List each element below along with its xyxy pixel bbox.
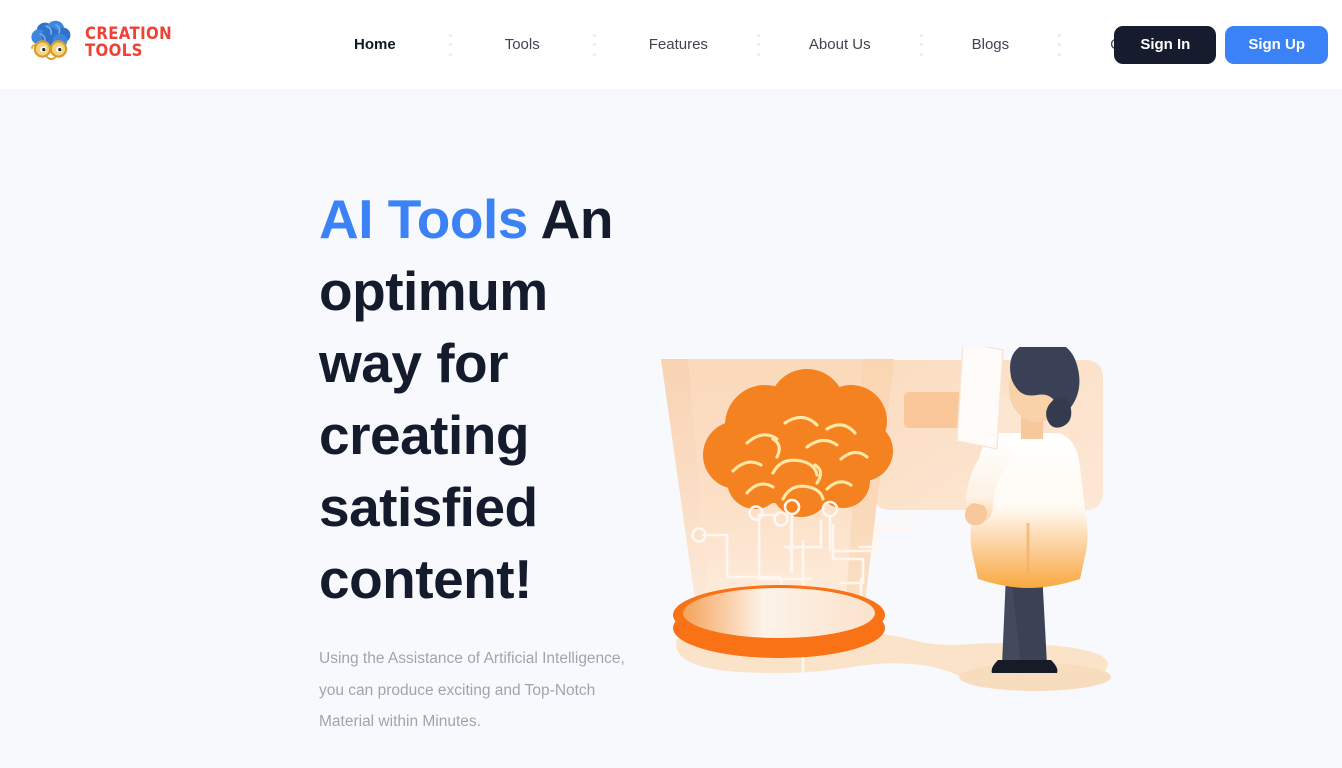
hero-title-rest: An optimum way for creating satisfied co… [319,188,613,610]
sign-up-button-header[interactable]: Sign Up [1225,26,1328,64]
hero-copy: AI Tools An optimum way for creating sat… [319,183,659,768]
header-actions: Sign In Sign Up [1114,26,1328,64]
hero-section: AI Tools An optimum way for creating sat… [0,89,1342,768]
nav-item-features[interactable]: Features [647,30,710,59]
vertical-dots-separator-icon [919,33,923,56]
nav-item-home[interactable]: Home [352,30,398,59]
vertical-dots-separator-icon [592,33,596,56]
vertical-dots-separator-icon [448,33,452,56]
vertical-dots-separator-icon [1058,33,1062,56]
brand-wordmark: CREATION TOOLS [85,24,184,61]
nav-item-blogs[interactable]: Blogs [970,30,1012,59]
nav-item-about-us[interactable]: About Us [807,30,873,59]
hero-subtitle: Using the Assistance of Artificial Intel… [319,650,625,730]
site-header: CREATION TOOLS Home Tools Features About… [0,0,1342,89]
main-navigation: Home Tools Features About Us Blogs Conta… [352,0,1164,89]
brand-logo[interactable]: CREATION TOOLS [28,19,184,65]
nav-item-tools[interactable]: Tools [503,30,542,59]
hologram-platform [673,585,885,658]
brain-with-glasses-logo-icon [28,19,76,65]
ai-hologram-scientist-illustration-icon [655,347,1125,699]
sign-in-button[interactable]: Sign In [1114,26,1217,64]
hero-title: AI Tools An optimum way for creating sat… [319,183,659,615]
hero-title-accent: AI Tools [319,188,528,250]
brand-name-line-2: TOOLS [85,41,143,61]
vertical-dots-separator-icon [756,33,760,56]
